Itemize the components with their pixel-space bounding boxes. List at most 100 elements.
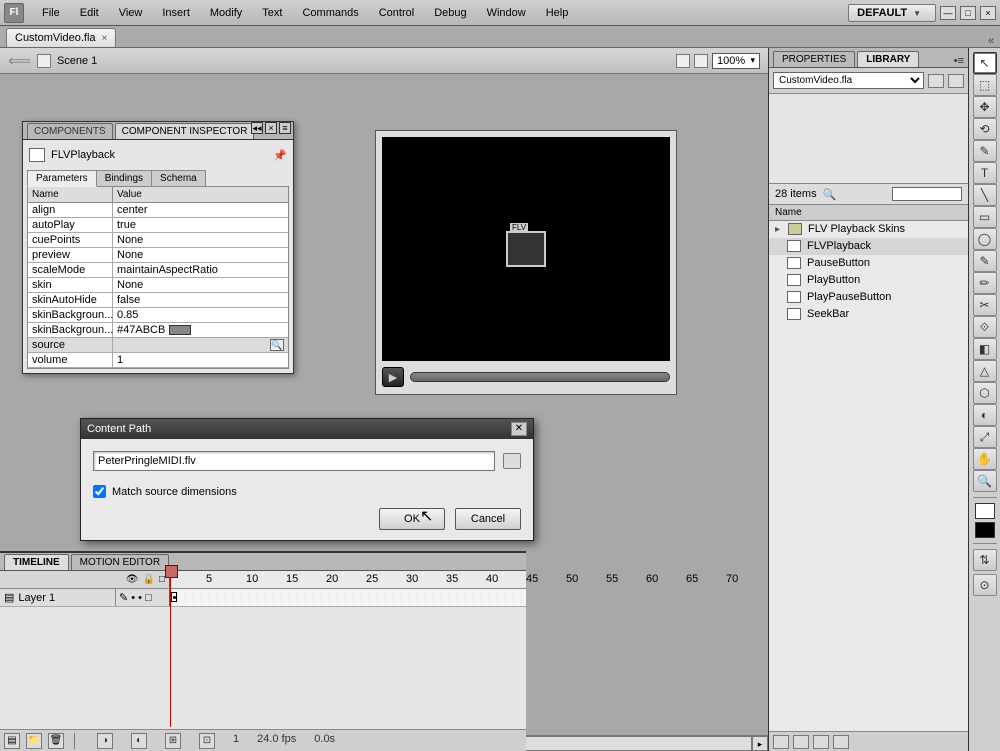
close-button[interactable]: × [980, 6, 996, 20]
subtab-schema[interactable]: Schema [152, 170, 206, 187]
tab-timeline[interactable]: TIMELINE [4, 554, 69, 570]
swap-colors-icon[interactable]: ⇅ [973, 549, 997, 571]
menu-file[interactable]: File [32, 3, 70, 23]
param-row[interactable]: skinBackgroun...#47ABCB [28, 323, 288, 338]
scroll-right-icon[interactable]: ▸ [752, 736, 768, 751]
param-row[interactable]: cuePointsNone [28, 233, 288, 248]
library-doc-select[interactable]: CustomVideo.fla [773, 72, 924, 89]
subtab-bindings[interactable]: Bindings [97, 170, 152, 187]
param-row[interactable]: skinBackgroun...0.85 [28, 308, 288, 323]
param-value[interactable]: maintainAspectRatio [113, 263, 288, 277]
tool-button[interactable]: ✎ [973, 250, 997, 272]
play-button-icon[interactable]: ▶ [382, 367, 404, 387]
cancel-button[interactable]: Cancel [455, 508, 521, 530]
delete-layer-icon[interactable]: 🗑 [48, 733, 64, 749]
param-value[interactable]: true [113, 218, 288, 232]
new-symbol-icon[interactable] [773, 735, 789, 749]
param-row[interactable]: skinNone [28, 278, 288, 293]
panel-menu-icon[interactable]: ≡ [279, 122, 291, 134]
menu-view[interactable]: View [109, 3, 153, 23]
param-row[interactable]: volume1 [28, 353, 288, 368]
tab-library[interactable]: LIBRARY [857, 51, 919, 67]
param-value[interactable]: center [113, 203, 288, 217]
browse-icon[interactable]: 🔍 [270, 339, 284, 351]
tab-properties[interactable]: PROPERTIES [773, 51, 855, 67]
match-dimensions-checkbox[interactable] [93, 485, 106, 498]
pin-library-icon[interactable] [928, 74, 944, 88]
param-value[interactable]: 🔍 [113, 338, 288, 352]
library-item[interactable]: SeekBar [769, 306, 968, 323]
new-library-icon[interactable] [948, 74, 964, 88]
menu-window[interactable]: Window [477, 3, 536, 23]
library-item[interactable]: PlayButton [769, 272, 968, 289]
tool-button[interactable]: ⟲ [973, 118, 997, 140]
seek-bar[interactable] [410, 372, 670, 382]
content-path-input[interactable] [93, 451, 495, 471]
onion-outline-icon[interactable]: ◐ [131, 733, 147, 749]
param-value[interactable]: 0.85 [113, 308, 288, 322]
tool-button[interactable]: ✂ [973, 294, 997, 316]
tool-button[interactable]: ╲ [973, 184, 997, 206]
tool-button[interactable]: ◧ [973, 338, 997, 360]
panel-collapse-icon[interactable]: ◂◂ [251, 122, 263, 134]
layer-row[interactable]: ▤ Layer 1 ✎ • • □ [0, 589, 526, 607]
param-value[interactable]: 1 [113, 353, 288, 367]
param-row[interactable]: skinAutoHidefalse [28, 293, 288, 308]
tool-button[interactable]: T [973, 162, 997, 184]
maximize-button[interactable]: □ [960, 6, 976, 20]
subtab-parameters[interactable]: Parameters [27, 170, 97, 187]
menu-commands[interactable]: Commands [292, 3, 368, 23]
new-folder-icon[interactable]: 📁 [26, 733, 42, 749]
pin-icon[interactable]: 📌 [273, 149, 287, 162]
zoom-dropdown[interactable]: 100% [712, 53, 760, 69]
menu-help[interactable]: Help [536, 3, 579, 23]
flvplayback-instance[interactable]: ▶ [375, 130, 677, 395]
menu-debug[interactable]: Debug [424, 3, 476, 23]
param-row[interactable]: source🔍 [28, 338, 288, 353]
menu-insert[interactable]: Insert [152, 3, 200, 23]
center-frame-icon[interactable]: ⊡ [199, 733, 215, 749]
tool-button[interactable]: △ [973, 360, 997, 382]
tool-button[interactable]: ✏ [973, 272, 997, 294]
layer-outline-box[interactable]: □ [145, 592, 152, 604]
edit-symbol-icon[interactable] [694, 54, 708, 68]
library-item[interactable]: PauseButton [769, 255, 968, 272]
tool-button[interactable]: ◯ [973, 228, 997, 250]
param-value[interactable]: None [113, 278, 288, 292]
param-row[interactable]: previewNone [28, 248, 288, 263]
param-value[interactable]: None [113, 233, 288, 247]
lock-icon[interactable]: 🔒 [143, 574, 155, 585]
tool-button[interactable]: ⬡ [973, 382, 997, 404]
param-row[interactable]: aligncenter [28, 203, 288, 218]
snap-icon[interactable]: ⊙ [973, 574, 997, 596]
layer-lock-dot[interactable]: • [138, 592, 142, 604]
fill-color-swatch[interactable] [975, 522, 995, 538]
library-search-input[interactable] [892, 187, 962, 201]
pencil-icon[interactable]: ✎ [119, 591, 128, 604]
edit-scene-icon[interactable] [676, 54, 690, 68]
tool-button[interactable]: ◐ [973, 404, 997, 426]
properties-icon[interactable] [813, 735, 829, 749]
dialog-close-icon[interactable]: ✕ [511, 422, 527, 436]
tool-button[interactable]: ▭ [973, 206, 997, 228]
menu-control[interactable]: Control [369, 3, 424, 23]
stroke-color-swatch[interactable] [975, 503, 995, 519]
tab-component-inspector[interactable]: COMPONENT INSPECTOR [115, 123, 255, 139]
tab-components[interactable]: COMPONENTS [27, 123, 113, 139]
tool-button[interactable]: ✎ [973, 140, 997, 162]
back-arrow-icon[interactable]: ⟸ [8, 51, 31, 71]
library-item[interactable]: FLV Playback Skins [769, 221, 968, 238]
param-value[interactable]: false [113, 293, 288, 307]
frames-track[interactable] [170, 589, 526, 606]
library-column-name[interactable]: Name [769, 205, 968, 221]
new-folder-icon[interactable] [793, 735, 809, 749]
playhead[interactable] [170, 571, 171, 727]
param-value[interactable]: #47ABCB [113, 323, 288, 337]
menu-edit[interactable]: Edit [70, 3, 109, 23]
tool-button[interactable]: 🔍 [973, 470, 997, 492]
frame-ruler[interactable]: 510152025303540455055606570 [170, 571, 526, 588]
menu-modify[interactable]: Modify [200, 3, 252, 23]
ok-button[interactable]: OK [379, 508, 445, 530]
search-icon[interactable]: 🔍 [823, 188, 837, 201]
panel-collapse-icon[interactable]: « [982, 35, 1000, 47]
